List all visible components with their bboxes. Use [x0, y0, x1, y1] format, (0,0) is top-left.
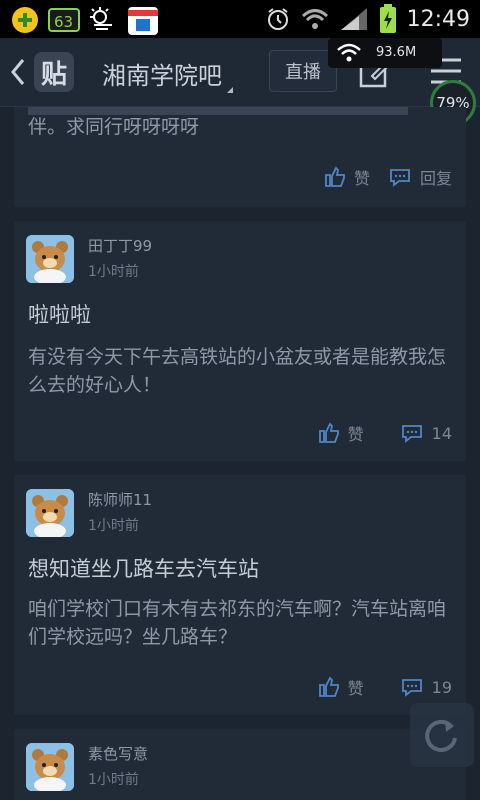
- post-card[interactable]: 田丁丁99 1小时前 啦啦啦 有没有今天下午去高铁站的小盆友或者是能教我怎么去的…: [14, 221, 466, 461]
- qihoo-icon: [10, 5, 40, 35]
- back-button[interactable]: [8, 56, 28, 88]
- bear-avatar-icon: [26, 489, 74, 537]
- comment-icon: [401, 425, 422, 443]
- reply-button[interactable]: 回复: [388, 165, 452, 189]
- post-body: 有没有今天下午去高铁站的小盆友或者是能教我怎么去的好心人！: [28, 346, 447, 396]
- username[interactable]: 田丁丁99: [88, 235, 152, 256]
- post-body: 伴。求同行呀呀呀呀: [28, 116, 200, 138]
- reply-button[interactable]: 19: [400, 676, 452, 698]
- weather-icon: [88, 5, 118, 35]
- like-button[interactable]: 赞: [324, 165, 370, 189]
- wifi-icon: [301, 7, 329, 31]
- post-time: 1小时前: [88, 772, 139, 788]
- status-clock: 12:49: [406, 6, 470, 32]
- avatar[interactable]: [26, 743, 74, 791]
- status-left-icons: 63: [10, 3, 160, 37]
- reply-label: 回复: [419, 169, 452, 188]
- network-speed-overlay: 93.6M: [328, 38, 442, 68]
- status-bar: 63 12:49: [0, 0, 480, 38]
- network-speed: 93.6M: [376, 45, 417, 60]
- bear-avatar-icon: [26, 235, 74, 283]
- like-button[interactable]: 赞: [318, 421, 364, 445]
- thumbs-up-icon: [325, 166, 345, 187]
- thumbs-up-icon: [318, 676, 339, 697]
- post-title: 想知道坐几路车去汽车站: [28, 557, 259, 581]
- comment-icon: [401, 679, 422, 697]
- svg-text:63: 63: [54, 13, 73, 31]
- avatar[interactable]: [26, 235, 74, 283]
- like-label: 赞: [347, 425, 364, 444]
- post-actions: 赞 14: [318, 421, 452, 445]
- username[interactable]: 素色写意: [88, 743, 148, 764]
- reply-button[interactable]: 14: [400, 422, 452, 444]
- refresh-button[interactable]: [410, 703, 474, 767]
- bear-avatar-icon: [26, 743, 74, 791]
- post-feed[interactable]: 伴。求同行呀呀呀呀 赞 回复 田丁丁99 1小时前 啦啦啦 有没有今天下午去高铁…: [0, 107, 480, 800]
- reply-count: 19: [431, 677, 452, 697]
- like-button[interactable]: 赞: [318, 675, 364, 699]
- avatar[interactable]: [26, 489, 74, 537]
- dropdown-corner-icon: [227, 87, 233, 93]
- post-card[interactable]: 陈师师11 1小时前 想知道坐几路车去汽车站 咱们学校门口有木有去祁东的汽车啊？…: [14, 475, 466, 715]
- post-title: 啦啦啦: [28, 303, 91, 327]
- post-body: 咱们学校门口有木有去祁东的汽车啊？汽车站离咱们学校远吗？坐几路车？: [28, 598, 447, 648]
- post-time: 1小时前: [88, 264, 139, 280]
- battery-charging-icon: [379, 4, 397, 34]
- post-actions: 赞 19: [318, 675, 452, 699]
- status-right-icons: 12:49: [265, 0, 470, 38]
- alarm-icon: [265, 6, 291, 32]
- post-actions: 赞 回复: [324, 165, 452, 189]
- forum-title[interactable]: 湘南学院吧: [102, 56, 222, 91]
- username[interactable]: 陈师师11: [88, 489, 152, 510]
- chevron-left-icon: [11, 59, 25, 85]
- post-card[interactable]: 伴。求同行呀呀呀呀 赞 回复: [14, 107, 466, 207]
- forum-logo: 贴: [34, 52, 74, 92]
- app-icon-63: 63: [48, 6, 80, 34]
- wifi-icon: [337, 43, 361, 62]
- like-label: 赞: [347, 679, 364, 698]
- thumbs-up-icon: [318, 422, 339, 443]
- live-button[interactable]: 直播: [269, 50, 337, 92]
- post-card[interactable]: 素色写意 1小时前: [14, 729, 466, 800]
- signal-icon: [339, 6, 369, 32]
- post-time: 1小时前: [88, 518, 139, 534]
- like-label: 赞: [353, 169, 370, 188]
- reply-count: 14: [431, 423, 452, 443]
- refresh-icon: [425, 719, 457, 752]
- comment-icon: [390, 169, 410, 187]
- store-icon: [126, 3, 160, 37]
